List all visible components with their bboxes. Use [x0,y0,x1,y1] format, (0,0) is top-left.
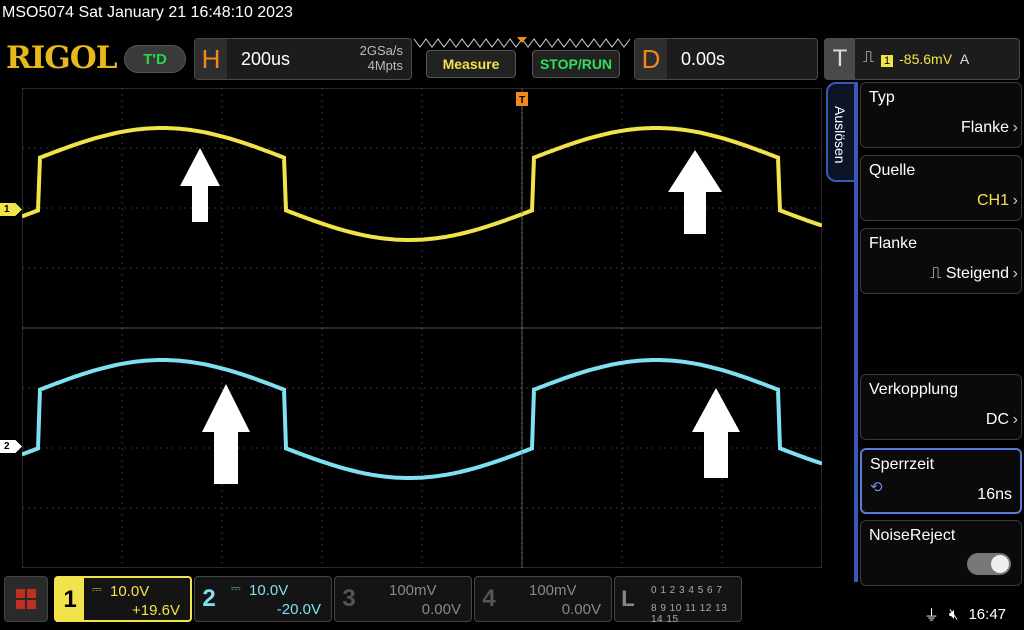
memory-overview [413,37,631,48]
channel-3-offset: 0.00V [421,601,461,618]
channel-1-offset: +19.6V [132,602,180,619]
menu-type[interactable]: Typ Flanke › [860,82,1022,148]
rigol-logo: RIGOL [6,40,118,76]
delay-tag: D [635,39,667,79]
trigger-tag: T [825,39,855,79]
trigger-level: -85.6mV [899,51,953,67]
rising-edge-icon: ⎍ [863,49,875,66]
stop-run-button[interactable]: STOP/RUN [532,50,620,78]
annotation-arrow-up [668,150,722,234]
rising-edge-icon: ⎍ [930,265,946,282]
trigger-info: 1 -85.6mV A [881,51,969,67]
system-tray: ⏚ 🔇︎ 16:47 [924,604,1006,625]
trigger-panel[interactable]: T ⎍ 1 -85.6mV A [824,38,1020,80]
svg-text:T: T [519,95,525,106]
ch2-level-marker[interactable]: 2 [0,440,22,453]
menu-slope-label: Flanke [869,235,918,252]
channel-1-panel[interactable]: 1 ⎓ 10.0V +19.6V [54,576,192,622]
channel-2-number: 2 [202,585,216,612]
channel-4-number: 4 [482,585,496,612]
delay-panel[interactable]: D 0.00s [634,38,818,80]
logic-analyzer-panel[interactable]: L 0 1 2 3 4 5 6 7 8 9 10 11 12 13 14 15 [614,576,742,625]
logic-analyzer-label: L [621,586,635,611]
menu-coupling-label: Verkopplung [869,381,958,398]
home-icon [16,589,36,609]
channel-4-panel[interactable]: 4 100mV 0.00V [474,576,612,622]
la-channels-row-1: 0 1 2 3 4 5 6 7 [651,585,723,596]
menu-slope-value-text: Steigend [945,265,1009,282]
memory-depth: 4Mpts [367,58,403,73]
measure-button[interactable]: Measure [426,50,516,78]
menu-coupling-value: DC [985,411,1009,428]
channel-4-offset: 0.00V [561,601,601,618]
chevron-right-icon: › [1012,192,1018,209]
channel-2-panel[interactable]: 2 ⎓ 10.0V -20.0V [194,576,332,622]
menu-noise-reject[interactable]: NoiseReject [860,520,1022,586]
channel-4-scale: 100mV [529,582,577,599]
trigger-sweep: A [959,51,970,67]
menu-noise-reject-label: NoiseReject [869,527,956,544]
menu-rail [854,82,858,582]
trigger-menu-tab-label: Auslösen [832,106,848,164]
horizontal-tag: H [195,39,227,79]
menu-source[interactable]: Quelle CH1 › [860,155,1022,221]
chevron-right-icon: › [1012,119,1018,136]
menu-type-value: Flanke [960,119,1009,136]
ch1-level-marker[interactable]: 1 [0,203,22,216]
menu-slope-value: ⎍ Steigend [930,265,1009,283]
menu-type-label: Typ [869,89,895,106]
system-time: 16:47 [968,606,1007,623]
sample-rate: 2GSa/s [359,43,403,58]
menu-source-value: CH1 [976,192,1009,209]
dc-coupling-icon: ⎓ [92,582,102,596]
home-button[interactable] [4,576,48,622]
trigger-menu-tab[interactable]: Auslösen [826,82,856,182]
chevron-right-icon: › [1012,265,1018,282]
channel-3-panel[interactable]: 3 100mV 0.00V [334,576,472,622]
annotation-arrow-up [180,148,220,222]
speaker-muted-icon[interactable]: 🔇︎ [949,606,958,623]
status-line: MSO5074 Sat January 21 16:48:10 2023 [2,4,293,21]
trigger-position-icon [517,37,527,43]
mode-indicator[interactable]: T'D [124,45,186,73]
channel-1-number: 1 [56,578,84,622]
dc-coupling-icon: ⎓ [231,581,241,595]
horizontal-panel[interactable]: H 200us 2GSa/s 4Mpts [194,38,412,80]
menu-slope[interactable]: Flanke ⎍ Steigend › [860,228,1022,294]
channel-3-scale: 100mV [389,582,437,599]
usb-icon[interactable]: ⏚ [924,604,939,625]
knob-icon: ⟲ [870,479,883,496]
menu-holdoff-label: Sperrzeit [870,456,935,473]
trigger-source: 1 [881,55,894,67]
timebase-value: 200us [241,49,291,69]
menu-coupling[interactable]: Verkopplung DC › [860,374,1022,440]
chevron-right-icon: › [1012,411,1018,428]
delay-value: 0.00s [681,49,726,69]
noise-reject-toggle[interactable] [967,553,1011,575]
channel-2-scale: 10.0V [249,582,289,599]
menu-holdoff-value: 16ns [977,486,1012,503]
channel-3-number: 3 [342,585,356,612]
annotation-arrow-up [202,384,250,484]
channel-2-offset: -20.0V [276,601,321,618]
acquisition-info: 2GSa/s 4Mpts [360,43,403,73]
menu-holdoff[interactable]: Sperrzeit ⟲ 16ns [860,448,1022,514]
channel-1-scale: 10.0V [110,583,150,600]
annotation-arrow-up [692,388,740,478]
menu-source-label: Quelle [869,162,916,179]
la-channels-row-2: 8 9 10 11 12 13 14 15 [651,603,728,625]
